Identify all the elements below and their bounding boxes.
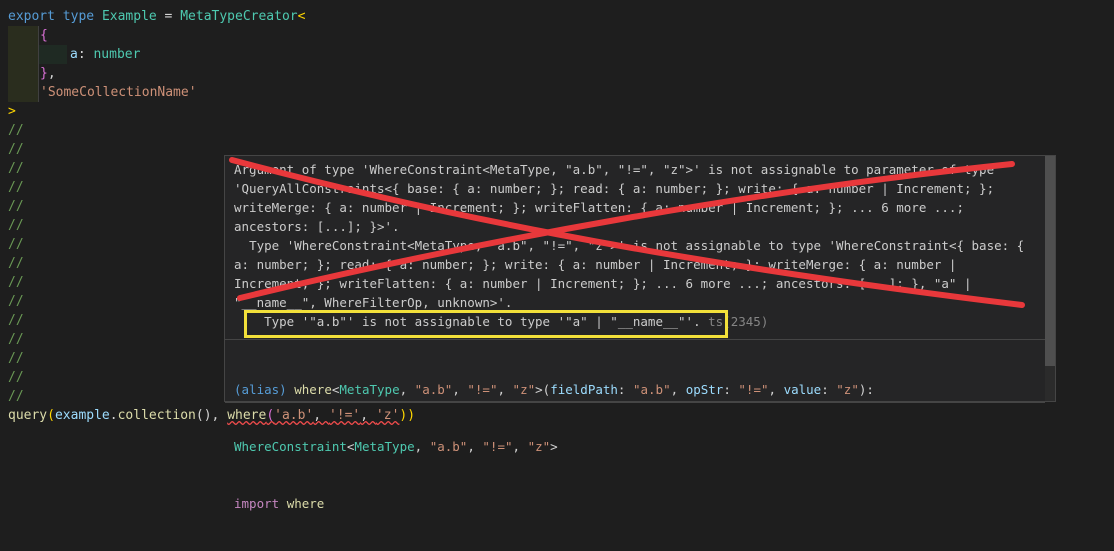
indent-highlight-inner	[39, 45, 67, 64]
indent-highlight	[8, 26, 38, 102]
error-text: Argument of type 'WhereConstraint<MetaTy…	[234, 162, 1025, 329]
sig-comma: ,	[768, 382, 784, 397]
colon: :	[77, 47, 94, 62]
alias-label: (alias)	[234, 382, 295, 397]
sig2-comma: ,	[414, 439, 430, 454]
comment-line[interactable]: //	[8, 178, 24, 197]
sig2-s3: "z"	[527, 439, 551, 454]
sig-comma: ,	[399, 382, 415, 397]
sig-s2: "!="	[467, 382, 498, 397]
sig2-comma: ,	[512, 439, 528, 454]
comment-line[interactable]: //	[8, 121, 24, 140]
code-line-6[interactable]: >	[8, 102, 16, 121]
sig2-meta: MetaType	[354, 439, 415, 454]
code-line-2[interactable]: {	[40, 26, 48, 45]
sig2-s1: "a.b"	[429, 439, 468, 454]
collection-name-string: 'SomeCollectionName'	[40, 85, 197, 100]
highlight-box	[244, 310, 728, 338]
function-query: query	[8, 408, 48, 423]
comment-line[interactable]: //	[8, 254, 24, 273]
brace-close: }	[40, 66, 48, 81]
property-a: a	[70, 47, 78, 62]
call-parens: (),	[195, 408, 228, 423]
comment-line[interactable]: //	[8, 235, 24, 254]
sig-v3: "z"	[836, 382, 859, 397]
code-line-3[interactable]: a: number	[70, 45, 140, 64]
sig-param-opstr: opStr	[685, 382, 724, 397]
comma: ,	[47, 66, 56, 81]
hover-divider	[225, 339, 1045, 340]
hover-signature: (alias) where<MetaType, "a.b", "!=", "z"…	[234, 342, 1044, 551]
sig-param-value: value	[783, 382, 822, 397]
sig-end: ):	[858, 382, 874, 397]
comment-line[interactable]: //	[8, 368, 24, 387]
comment-line[interactable]: //	[8, 273, 24, 292]
method-collection: collection	[117, 408, 196, 423]
comment-line[interactable]: //	[8, 387, 24, 406]
identifier-example: example	[54, 408, 110, 423]
code-line-1[interactable]: export type Example = MetaTypeCreator<	[8, 7, 305, 26]
sig-gt: >(	[535, 382, 551, 397]
equals: =	[156, 9, 181, 24]
comment-line[interactable]: //	[8, 292, 24, 311]
sig-comma: ,	[452, 382, 468, 397]
type-number: number	[93, 47, 141, 62]
comment-line[interactable]: //	[8, 330, 24, 349]
sig-colon: :	[723, 382, 739, 397]
indent-guide	[38, 26, 39, 102]
sig-v2: "!="	[738, 382, 769, 397]
keyword-type: type	[62, 9, 95, 24]
generic-name: MetaTypeCreator	[180, 9, 298, 24]
hover-scrollbar-thumb[interactable]	[1045, 156, 1055, 366]
angle-close: >	[8, 104, 16, 119]
code-line-5[interactable]: 'SomeCollectionName'	[40, 83, 197, 102]
sig-fn: where	[294, 382, 332, 397]
type-name: Example	[101, 9, 157, 24]
dot: .	[109, 408, 118, 423]
brace-open: {	[40, 28, 48, 43]
sig-colon: :	[617, 382, 633, 397]
sig-s1: "a.b"	[414, 382, 453, 397]
import-name: where	[286, 496, 325, 511]
sig-v1: "a.b"	[632, 382, 671, 397]
sig2-gt: >	[550, 439, 558, 454]
hover-bottom-divider	[225, 402, 1045, 403]
signature-line-1: (alias) where<MetaType, "a.b", "!=", "z"…	[234, 380, 1044, 399]
signature-line-3: import where	[234, 494, 1044, 513]
import-keyword: import	[234, 496, 280, 511]
comment-line[interactable]: //	[8, 159, 24, 178]
comment-line[interactable]: //	[8, 140, 24, 159]
code-line-4[interactable]: },	[40, 64, 56, 83]
sig-comma: ,	[670, 382, 686, 397]
sig-colon: :	[821, 382, 837, 397]
hover-tooltip[interactable]: Argument of type 'WhereConstraint<MetaTy…	[224, 155, 1056, 511]
sig-param-fieldpath: fieldPath	[550, 382, 618, 397]
sig-s3: "z"	[512, 382, 536, 397]
hover-scrollbar[interactable]	[1045, 156, 1055, 401]
comment-line[interactable]: //	[8, 311, 24, 330]
sig-meta: MetaType	[339, 382, 400, 397]
sig2-comma: ,	[467, 439, 483, 454]
comment-line[interactable]: //	[8, 349, 24, 368]
sig2-lt: <	[346, 439, 355, 454]
sig-comma: ,	[497, 382, 513, 397]
comment-line[interactable]: //	[8, 216, 24, 235]
paren-open: (	[47, 408, 55, 423]
sig2-type: WhereConstraint	[234, 439, 347, 454]
angle-open: <	[297, 9, 306, 24]
sig2-s2: "!="	[482, 439, 513, 454]
keyword-export: export	[8, 9, 55, 24]
signature-line-2: WhereConstraint<MetaType, "a.b", "!=", "…	[234, 437, 1044, 456]
comment-line[interactable]: //	[8, 197, 24, 216]
